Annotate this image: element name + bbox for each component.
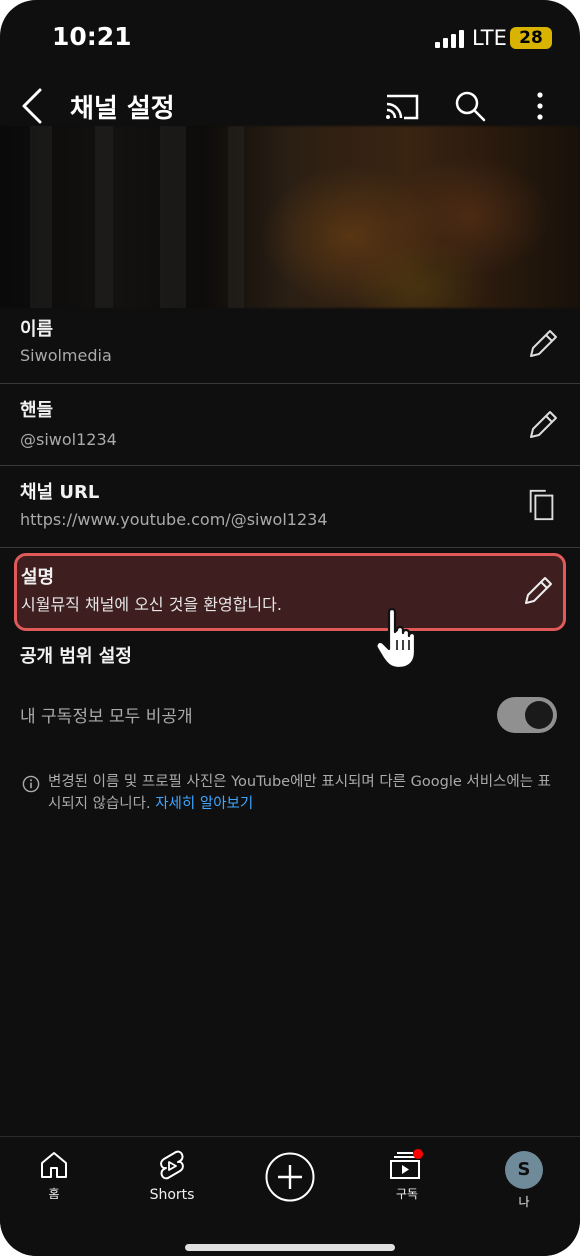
shorts-icon	[160, 1150, 184, 1180]
cast-icon[interactable]	[384, 88, 420, 124]
field-row-name[interactable]: 이름 Siwolmedia	[0, 308, 580, 384]
phone-screen: 10:21 LTE 28 채널 설정 이름 Siwolmedia 핸들 @siw…	[0, 0, 580, 1256]
field-label: 이름	[20, 319, 54, 340]
status-bar: 10:21 LTE 28	[0, 0, 580, 78]
field-value: @siwol1234	[20, 430, 117, 449]
field-value: 시월뮤직 채널에 오신 것을 환영합니다.	[21, 595, 282, 614]
bottom-navigation: 홈 Shorts 구독 S 나	[0, 1136, 580, 1256]
search-icon[interactable]	[452, 88, 488, 124]
subscriptions-private-toggle[interactable]	[497, 697, 557, 733]
privacy-section-title: 공개 범위 설정	[20, 646, 132, 667]
pencil-icon[interactable]	[521, 574, 553, 608]
nav-home-label: 홈	[48, 1187, 60, 1201]
more-vert-icon[interactable]	[522, 88, 558, 124]
create-button[interactable]	[245, 1147, 335, 1203]
avatar: S	[505, 1151, 543, 1189]
status-time: 10:21	[52, 22, 132, 51]
field-row-handle[interactable]: 핸들 @siwol1234	[0, 384, 580, 466]
nav-subscriptions-label: 구독	[395, 1187, 419, 1201]
copy-icon[interactable]	[526, 488, 558, 522]
nav-subscriptions[interactable]: 구독	[362, 1145, 452, 1202]
app-header: 채널 설정	[0, 78, 580, 132]
nav-you[interactable]: S 나	[479, 1145, 569, 1210]
nav-home[interactable]: 홈	[9, 1145, 99, 1202]
battery-icon: 28	[510, 27, 552, 49]
info-icon	[22, 775, 40, 793]
banner-stripe	[228, 126, 244, 308]
banner-stripe	[160, 126, 186, 308]
field-row-url[interactable]: 채널 URL https://www.youtube.com/@siwol123…	[0, 466, 580, 548]
nav-shorts[interactable]: Shorts	[127, 1145, 217, 1203]
field-label: 설명	[21, 567, 55, 588]
banner-stripe	[30, 126, 52, 308]
field-value: Siwolmedia	[20, 346, 112, 365]
banner-stripe	[95, 126, 113, 308]
home-indicator[interactable]	[185, 1244, 395, 1251]
info-note: 변경된 이름 및 프로필 사진은 YouTube에만 표시되며 다른 Googl…	[48, 771, 558, 815]
channel-banner[interactable]	[0, 126, 580, 308]
signal-icon	[435, 30, 467, 48]
pencil-icon[interactable]	[526, 327, 558, 361]
page-title: 채널 설정	[70, 94, 175, 124]
pencil-icon[interactable]	[526, 408, 558, 442]
hand-pointer-icon	[375, 607, 417, 670]
learn-more-link[interactable]: 자세히 알아보기	[155, 796, 253, 812]
field-label: 핸들	[20, 400, 54, 421]
chevron-left-icon[interactable]	[18, 86, 48, 126]
notification-dot	[413, 1149, 423, 1159]
nav-shorts-label: Shorts	[149, 1187, 195, 1203]
field-value: https://www.youtube.com/@siwol1234	[20, 510, 328, 529]
plus-circle-icon	[265, 1152, 315, 1202]
subscriptions-private-label: 내 구독정보 모두 비공개	[20, 707, 193, 727]
description-highlight[interactable]: 설명 시월뮤직 채널에 오신 것을 환영합니다.	[14, 553, 566, 631]
field-label: 채널 URL	[20, 482, 100, 503]
info-note-text: 변경된 이름 및 프로필 사진은 YouTube에만 표시되며 다른 Googl…	[48, 774, 552, 812]
home-icon	[41, 1152, 67, 1178]
toggle-knob	[525, 701, 553, 729]
subscriptions-icon	[390, 1149, 423, 1179]
network-label: LTE	[472, 26, 507, 50]
nav-you-label: 나	[518, 1195, 530, 1209]
